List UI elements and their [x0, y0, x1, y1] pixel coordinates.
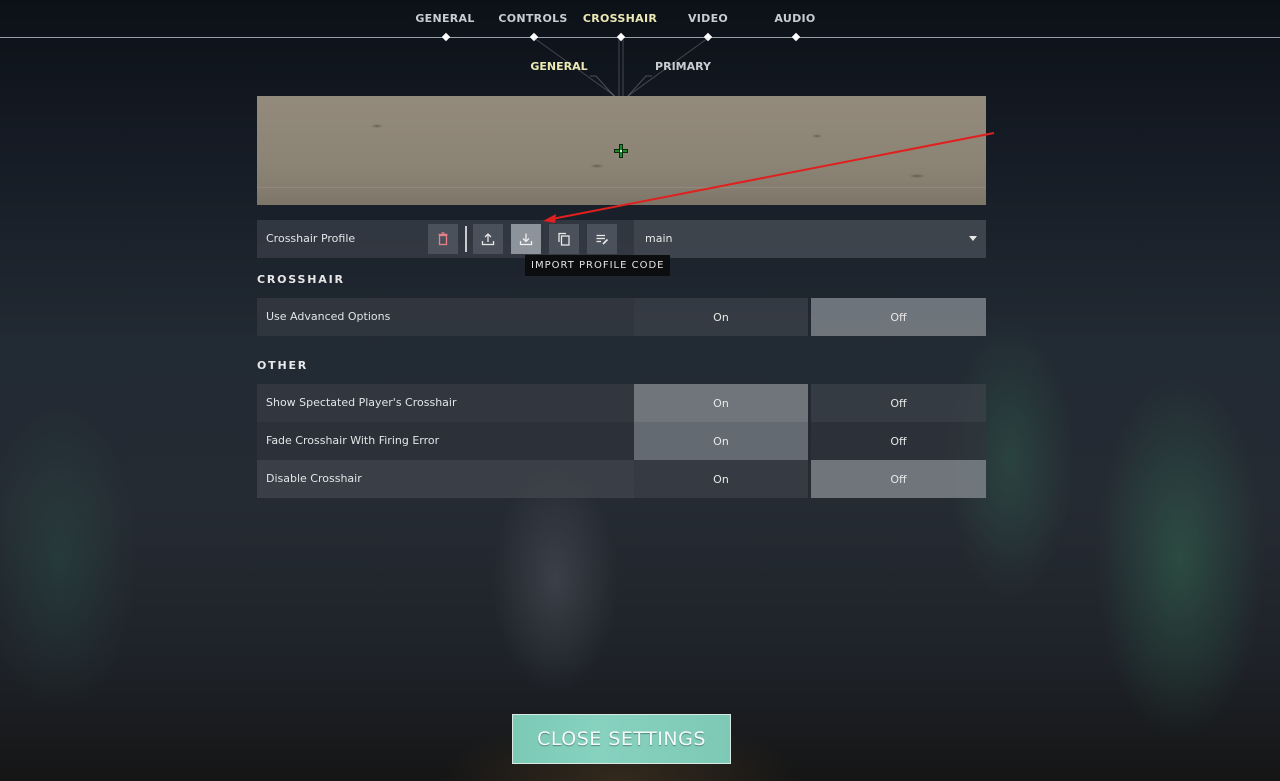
setting-row-fade-crosshair-firing-error: Fade Crosshair With Firing Error On Off	[257, 422, 986, 460]
copy-profile-button[interactable]	[549, 224, 579, 254]
delete-profile-button[interactable]	[428, 224, 458, 254]
profile-label: Crosshair Profile	[266, 232, 356, 245]
download-icon	[519, 233, 533, 246]
option-on[interactable]: On	[634, 422, 808, 460]
option-off[interactable]: Off	[811, 460, 986, 498]
option-off[interactable]: Off	[811, 384, 986, 422]
option-off[interactable]: Off	[811, 298, 986, 336]
crosshair-profile-row: Crosshair Profile main	[257, 220, 986, 258]
subtab-primary[interactable]: PRIMARY	[655, 60, 711, 73]
option-on[interactable]: On	[634, 298, 808, 336]
preview-wall-bricks	[257, 187, 986, 205]
trash-icon	[438, 232, 448, 246]
toolbar-divider	[465, 226, 467, 252]
setting-row-disable-crosshair: Disable Crosshair On Off	[257, 460, 986, 498]
option-on[interactable]: On	[634, 460, 808, 498]
setting-row-use-advanced-options: Use Advanced Options On Off	[257, 298, 986, 336]
option-off[interactable]: Off	[811, 422, 986, 460]
setting-label: Show Spectated Player's Crosshair	[266, 396, 457, 409]
setting-label: Disable Crosshair	[266, 472, 362, 485]
import-profile-button[interactable]	[511, 224, 541, 254]
profile-select[interactable]: main	[634, 220, 986, 258]
setting-label: Fade Crosshair With Firing Error	[266, 434, 440, 447]
close-settings-button[interactable]: CLOSE SETTINGS	[512, 714, 731, 764]
rename-profile-button[interactable]	[587, 224, 617, 254]
chevron-down-icon	[969, 236, 977, 241]
edit-list-icon	[596, 234, 609, 245]
copy-icon	[558, 232, 570, 246]
export-profile-button[interactable]	[473, 224, 503, 254]
upload-icon	[481, 233, 495, 246]
tooltip: IMPORT PROFILE CODE	[525, 255, 671, 276]
section-title-other: OTHER	[257, 359, 309, 372]
option-on[interactable]: On	[634, 384, 808, 422]
crosshair-icon	[614, 144, 628, 158]
subtab-connector-lines	[533, 37, 709, 97]
section-title-crosshair: CROSSHAIR	[257, 273, 345, 286]
profile-select-value: main	[645, 232, 673, 245]
setting-row-show-spectated-crosshair: Show Spectated Player's Crosshair On Off	[257, 384, 986, 422]
setting-label: Use Advanced Options	[266, 310, 391, 323]
subtab-general[interactable]: GENERAL	[530, 60, 587, 73]
